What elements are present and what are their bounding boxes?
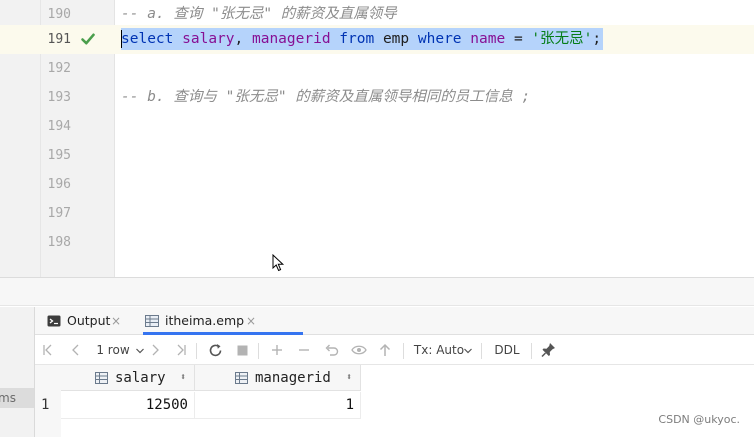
- line-number: 197: [47, 206, 71, 221]
- table-name: emp: [382, 31, 410, 47]
- partial-list-item[interactable]: ms: [0, 388, 34, 408]
- add-row-icon[interactable]: [270, 343, 284, 357]
- tx-mode-dropdown[interactable]: Tx: Auto: [411, 336, 467, 365]
- row-number: 1: [41, 397, 50, 413]
- toolbar-separator: [531, 343, 532, 359]
- delete-row-icon[interactable]: [297, 343, 311, 357]
- column-managerid: managerid: [251, 31, 331, 47]
- line-number: 195: [47, 148, 71, 163]
- last-page-icon[interactable]: [174, 343, 188, 357]
- line-number: 194: [47, 119, 71, 134]
- line-number: 191: [47, 32, 71, 47]
- watermark: CSDN @ukyoc.: [658, 413, 740, 426]
- line-number: 198: [47, 235, 71, 250]
- equals-operator: =: [513, 31, 523, 47]
- comma: ,: [234, 31, 244, 47]
- prev-page-icon[interactable]: [69, 343, 83, 357]
- chevron-down-icon[interactable]: [135, 346, 145, 356]
- result-grid[interactable]: salary ⬍ managerid ⬍ 1 12500 1: [35, 365, 754, 437]
- cell-managerid[interactable]: 1: [195, 392, 361, 419]
- column-name: name: [470, 31, 506, 47]
- tab-output-label: Output: [67, 313, 111, 328]
- column-icon: [235, 372, 248, 384]
- next-page-icon[interactable]: [148, 343, 162, 357]
- column-header-label: managerid: [255, 370, 331, 386]
- ddl-button[interactable]: DDL: [491, 336, 523, 365]
- results-tab-bar: Output × itheima.emp ×: [35, 307, 754, 335]
- sql-editor[interactable]: 190 -- a. 查询 "张无忌" 的薪资及直属领导 191 select s…: [0, 0, 754, 278]
- stop-icon[interactable]: [236, 344, 249, 357]
- toolbar-separator: [196, 343, 197, 359]
- output-icon: [47, 315, 61, 327]
- sql-comment[interactable]: -- b. 查询与 "张无忌" 的薪资及直属领导相同的员工信息 ;: [121, 83, 530, 112]
- toolbar-separator: [403, 343, 404, 359]
- editor-line[interactable]: 193 -- b. 查询与 "张无忌" 的薪资及直属领导相同的员工信息 ;: [0, 83, 754, 112]
- editor-line[interactable]: 192: [0, 54, 754, 83]
- column-header-salary[interactable]: salary ⬍: [61, 365, 195, 391]
- tab-itheima-emp[interactable]: itheima.emp ×: [143, 307, 303, 335]
- column-salary: salary: [182, 31, 235, 47]
- close-icon[interactable]: ×: [111, 307, 121, 335]
- editor-line[interactable]: 197: [0, 199, 754, 228]
- pin-icon[interactable]: [541, 342, 556, 358]
- left-side-panel: ms: [0, 307, 35, 437]
- editor-line-current[interactable]: 191 select salary, managerid from emp wh…: [0, 25, 754, 54]
- keyword-from: from: [339, 31, 375, 47]
- revert-icon[interactable]: [324, 343, 339, 357]
- view-icon[interactable]: [351, 343, 367, 358]
- results-toolbar: 1 row Tx: Auto DDL: [35, 336, 754, 365]
- line-number: 193: [47, 90, 71, 105]
- sort-icon[interactable]: ⬍: [180, 365, 186, 391]
- toolbar-separator: [481, 343, 482, 359]
- column-header-managerid[interactable]: managerid ⬍: [195, 365, 361, 391]
- close-icon[interactable]: ×: [246, 307, 256, 335]
- line-number: 192: [47, 61, 71, 76]
- column-icon: [95, 372, 108, 384]
- column-header-label: salary: [115, 370, 166, 386]
- toolbar-separator: [258, 343, 259, 359]
- editor-line[interactable]: 194: [0, 112, 754, 141]
- line-number: 196: [47, 177, 71, 192]
- submit-icon[interactable]: [378, 343, 392, 358]
- sort-icon[interactable]: ⬍: [346, 365, 352, 391]
- keyword-where: where: [417, 31, 462, 47]
- row-count-label[interactable]: 1 row: [93, 336, 133, 365]
- chevron-down-icon[interactable]: [463, 346, 473, 356]
- semicolon: ;: [592, 31, 602, 47]
- string-literal: '张无忌': [531, 31, 593, 47]
- refresh-icon[interactable]: [208, 343, 223, 358]
- editor-line[interactable]: 198: [0, 228, 754, 257]
- tab-itheima-label: itheima.emp: [165, 313, 245, 328]
- mouse-cursor-icon: [272, 254, 285, 272]
- editor-line[interactable]: 196: [0, 170, 754, 199]
- sql-statement[interactable]: select salary, managerid from emp where …: [121, 25, 604, 54]
- check-icon: [81, 33, 95, 45]
- cell-salary[interactable]: 12500: [61, 392, 195, 419]
- tab-output[interactable]: Output ×: [47, 307, 142, 335]
- first-page-icon[interactable]: [41, 343, 55, 357]
- tool-window-strip: [0, 278, 754, 306]
- editor-line[interactable]: 195: [0, 141, 754, 170]
- table-icon: [145, 315, 159, 327]
- keyword-select: select: [121, 31, 174, 47]
